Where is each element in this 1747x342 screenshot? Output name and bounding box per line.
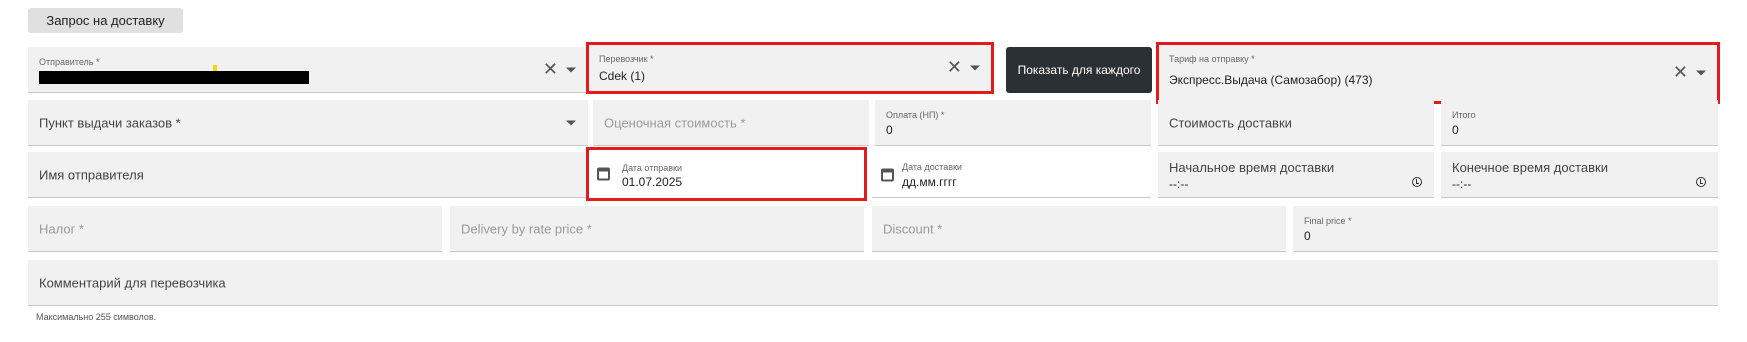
total-label: Итого [1452, 110, 1476, 120]
total-value: 0 [1452, 123, 1459, 137]
end-time-value: --:-- [1452, 177, 1472, 191]
final-price-input[interactable]: Final price * 0 [1293, 206, 1718, 252]
carrier-value: Cdek (1) [599, 69, 646, 83]
start-time-value: --:-- [1169, 177, 1189, 191]
cod-payment-label: Оплата (НП) * [886, 110, 945, 120]
start-time-input[interactable]: Начальное время доставки --:-- [1158, 152, 1434, 198]
calendar-icon[interactable] [881, 168, 894, 181]
ship-date-input[interactable]: Дата отправки 01.07.2025 [586, 147, 867, 201]
tariff-label: Тариф на отправку * [1169, 54, 1255, 64]
tariff-select[interactable]: Тариф на отправку * Экспресс.Выдача (Сам… [1156, 42, 1720, 104]
chevron-down-icon[interactable] [566, 120, 576, 125]
delivery-date-label: Дата доставки [902, 162, 962, 172]
sender-label: Отправитель * [39, 57, 100, 67]
total-input[interactable]: Итого 0 [1441, 100, 1718, 146]
final-price-label: Final price * [1304, 216, 1352, 226]
start-time-label: Начальное время доставки [1169, 160, 1335, 175]
sender-select[interactable]: Отправитель * ✕ [28, 47, 588, 93]
delivery-cost-label: Стоимость доставки [1169, 115, 1292, 130]
carrier-comment-label: Комментарий для перевозчика [39, 275, 226, 290]
ship-date-value: 01.07.2025 [622, 175, 683, 189]
show-for-each-button[interactable]: Показать для каждого [1006, 47, 1152, 93]
tariff-value: Экспресс.Выдача (Самозабор) (473) [1169, 73, 1373, 87]
declared-value-input[interactable]: Оценочная стоимость * [593, 100, 869, 146]
delivery-request-tab[interactable]: Запрос на доставку [28, 8, 183, 33]
end-time-input[interactable]: Конечное время доставки --:-- [1441, 152, 1718, 198]
declared-value-placeholder: Оценочная стоимость * [604, 115, 746, 130]
delivery-date-input[interactable]: Дата доставки дд.мм.гггг [872, 152, 1151, 198]
cod-payment-input[interactable]: Оплата (НП) * 0 [875, 100, 1151, 146]
sender-value-redacted [39, 71, 309, 84]
sender-name-input[interactable]: Имя отправителя [28, 152, 588, 198]
calendar-icon[interactable] [597, 167, 610, 181]
discount-placeholder: Discount * [883, 221, 943, 236]
clock-icon[interactable] [1412, 177, 1422, 187]
tax-placeholder: Налог * [39, 221, 84, 236]
pickup-point-label: Пункт выдачи заказов * [39, 115, 181, 130]
pickup-point-select[interactable]: Пункт выдачи заказов * [28, 100, 588, 146]
chevron-down-icon[interactable] [566, 67, 576, 72]
chevron-down-icon[interactable] [970, 65, 980, 70]
final-price-value: 0 [1304, 229, 1311, 243]
discount-input[interactable]: Discount * [872, 206, 1286, 252]
clock-icon[interactable] [1696, 177, 1706, 187]
delivery-rate-price-placeholder: Delivery by rate price * [461, 221, 592, 236]
tax-input[interactable]: Налог * [28, 206, 442, 252]
ship-date-label: Дата отправки [622, 163, 682, 173]
comment-helper-text: Максимально 255 символов. [36, 312, 157, 322]
carrier-label: Перевозчик * [599, 54, 654, 64]
cod-payment-value: 0 [886, 123, 893, 137]
carrier-select[interactable]: Перевозчик * Cdek (1) ✕ [586, 42, 994, 94]
chevron-down-icon[interactable] [1696, 70, 1706, 75]
carrier-comment-textarea[interactable]: Комментарий для перевозчика [28, 260, 1718, 306]
clear-icon[interactable]: ✕ [543, 60, 558, 78]
sender-name-label: Имя отправителя [39, 167, 144, 182]
clear-icon[interactable]: ✕ [947, 58, 962, 76]
delivery-rate-price-input[interactable]: Delivery by rate price * [450, 206, 864, 252]
delivery-date-value: дд.мм.гггг [902, 175, 957, 189]
clear-icon[interactable]: ✕ [1673, 63, 1688, 81]
delivery-cost-input[interactable]: Стоимость доставки [1158, 100, 1434, 146]
end-time-label: Конечное время доставки [1452, 160, 1608, 175]
